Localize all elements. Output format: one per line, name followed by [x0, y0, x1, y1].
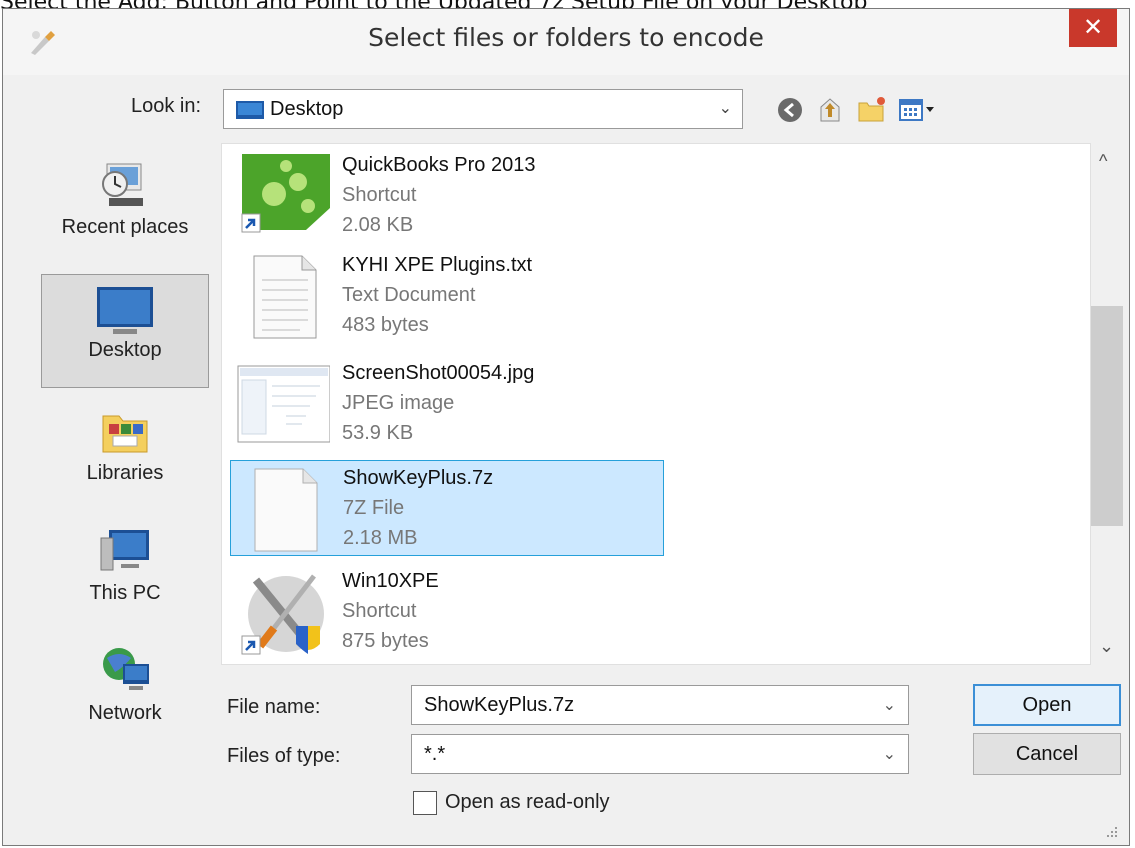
- filename-input[interactable]: ShowKeyPlus.7z ⌄: [411, 685, 909, 725]
- file-type: 7Z File: [343, 497, 405, 519]
- chevron-down-icon: ⌄: [718, 100, 732, 117]
- view-menu-icon[interactable]: [897, 93, 937, 127]
- list-item[interactable]: QuickBooks Pro 2013 Shortcut 2.08 KB: [230, 148, 664, 244]
- cancel-button[interactable]: Cancel: [973, 733, 1121, 775]
- readonly-label: Open as read-only: [445, 791, 610, 813]
- back-icon[interactable]: [773, 93, 807, 127]
- list-item[interactable]: ScreenShot00054.jpg JPEG image 53.9 KB: [230, 356, 664, 452]
- file-size: 2.08 KB: [342, 214, 414, 236]
- filetype-value: *.*: [424, 743, 446, 765]
- filetype-label: Files of type:: [227, 745, 341, 767]
- place-network[interactable]: Network: [41, 642, 209, 752]
- scroll-down-icon[interactable]: ⌄: [1099, 636, 1114, 657]
- up-folder-icon[interactable]: [813, 93, 847, 127]
- place-libraries[interactable]: Libraries: [41, 406, 209, 506]
- tools-shortcut-icon: [241, 574, 324, 655]
- chevron-down-icon[interactable]: ⌄: [883, 695, 896, 715]
- open-button[interactable]: Open: [973, 684, 1121, 726]
- resize-grip-icon[interactable]: [1105, 825, 1119, 839]
- vertical-scrollbar[interactable]: ^ ⌄: [1091, 143, 1123, 665]
- filename-label: File name:: [227, 696, 321, 718]
- file-size: 53.9 KB: [342, 422, 414, 444]
- file-name: QuickBooks Pro 2013: [342, 154, 536, 176]
- place-label: Network: [88, 702, 162, 724]
- place-label: Recent places: [61, 216, 189, 238]
- file-list[interactable]: QuickBooks Pro 2013 Shortcut 2.08 KB KYH…: [221, 143, 1091, 665]
- file-name: ScreenShot00054.jpg: [342, 362, 535, 384]
- file-name: KYHI XPE Plugins.txt: [342, 254, 533, 276]
- file-type: JPEG image: [342, 392, 455, 414]
- this-pc-icon: [100, 530, 149, 571]
- lookin-value: Desktop: [270, 98, 344, 120]
- network-icon: [103, 648, 149, 690]
- list-item[interactable]: Win10XPE Shortcut 875 bytes: [230, 564, 664, 660]
- file-size: 875 bytes: [342, 630, 429, 652]
- list-item[interactable]: KYHI XPE Plugins.txt Text Document 483 b…: [230, 248, 664, 344]
- file-dialog: Select files or folders to encode ✕ Look…: [2, 8, 1130, 846]
- file-size: 2.18 MB: [343, 527, 418, 549]
- lookin-label: Look in:: [131, 95, 202, 117]
- blank-file-icon: [254, 468, 318, 552]
- place-this-pc[interactable]: This PC: [41, 524, 209, 624]
- lookin-dropdown[interactable]: Desktop ⌄: [223, 89, 743, 129]
- filename-value: ShowKeyPlus.7z: [424, 694, 575, 716]
- readonly-checkbox[interactable]: [413, 791, 437, 815]
- close-button[interactable]: ✕: [1069, 9, 1117, 47]
- desktop-small-icon: [236, 101, 264, 119]
- text-document-icon: [253, 255, 317, 339]
- file-type: Shortcut: [342, 184, 417, 206]
- file-size: 483 bytes: [342, 314, 429, 336]
- place-desktop[interactable]: Desktop: [41, 274, 209, 388]
- file-type: Shortcut: [342, 600, 417, 622]
- place-recent-places[interactable]: Recent places: [41, 154, 209, 264]
- places-bar: Recent places Desktop Libraries This PC …: [23, 144, 211, 764]
- title-bar: Select files or folders to encode ✕: [3, 9, 1129, 75]
- file-type: Text Document: [342, 284, 476, 306]
- place-label: Desktop: [88, 339, 162, 361]
- file-name: Win10XPE: [342, 570, 439, 592]
- desktop-icon: [97, 287, 153, 334]
- scroll-up-icon[interactable]: ^: [1099, 151, 1107, 172]
- recent-places-icon: [102, 163, 143, 206]
- file-name: ShowKeyPlus.7z: [343, 467, 494, 489]
- libraries-icon: [102, 415, 148, 453]
- scrollbar-thumb[interactable]: [1091, 305, 1123, 526]
- quickbooks-shortcut-icon: [241, 154, 330, 233]
- new-folder-icon[interactable]: [855, 93, 889, 127]
- dialog-title: Select files or folders to encode: [368, 23, 764, 52]
- place-label: Libraries: [86, 462, 164, 484]
- place-label: This PC: [89, 582, 161, 604]
- jpeg-thumbnail-icon: [237, 365, 330, 443]
- chevron-down-icon[interactable]: ⌄: [883, 744, 896, 764]
- filetype-select[interactable]: *.* ⌄: [411, 734, 909, 774]
- list-item[interactable]: ShowKeyPlus.7z 7Z File 2.18 MB: [230, 460, 664, 556]
